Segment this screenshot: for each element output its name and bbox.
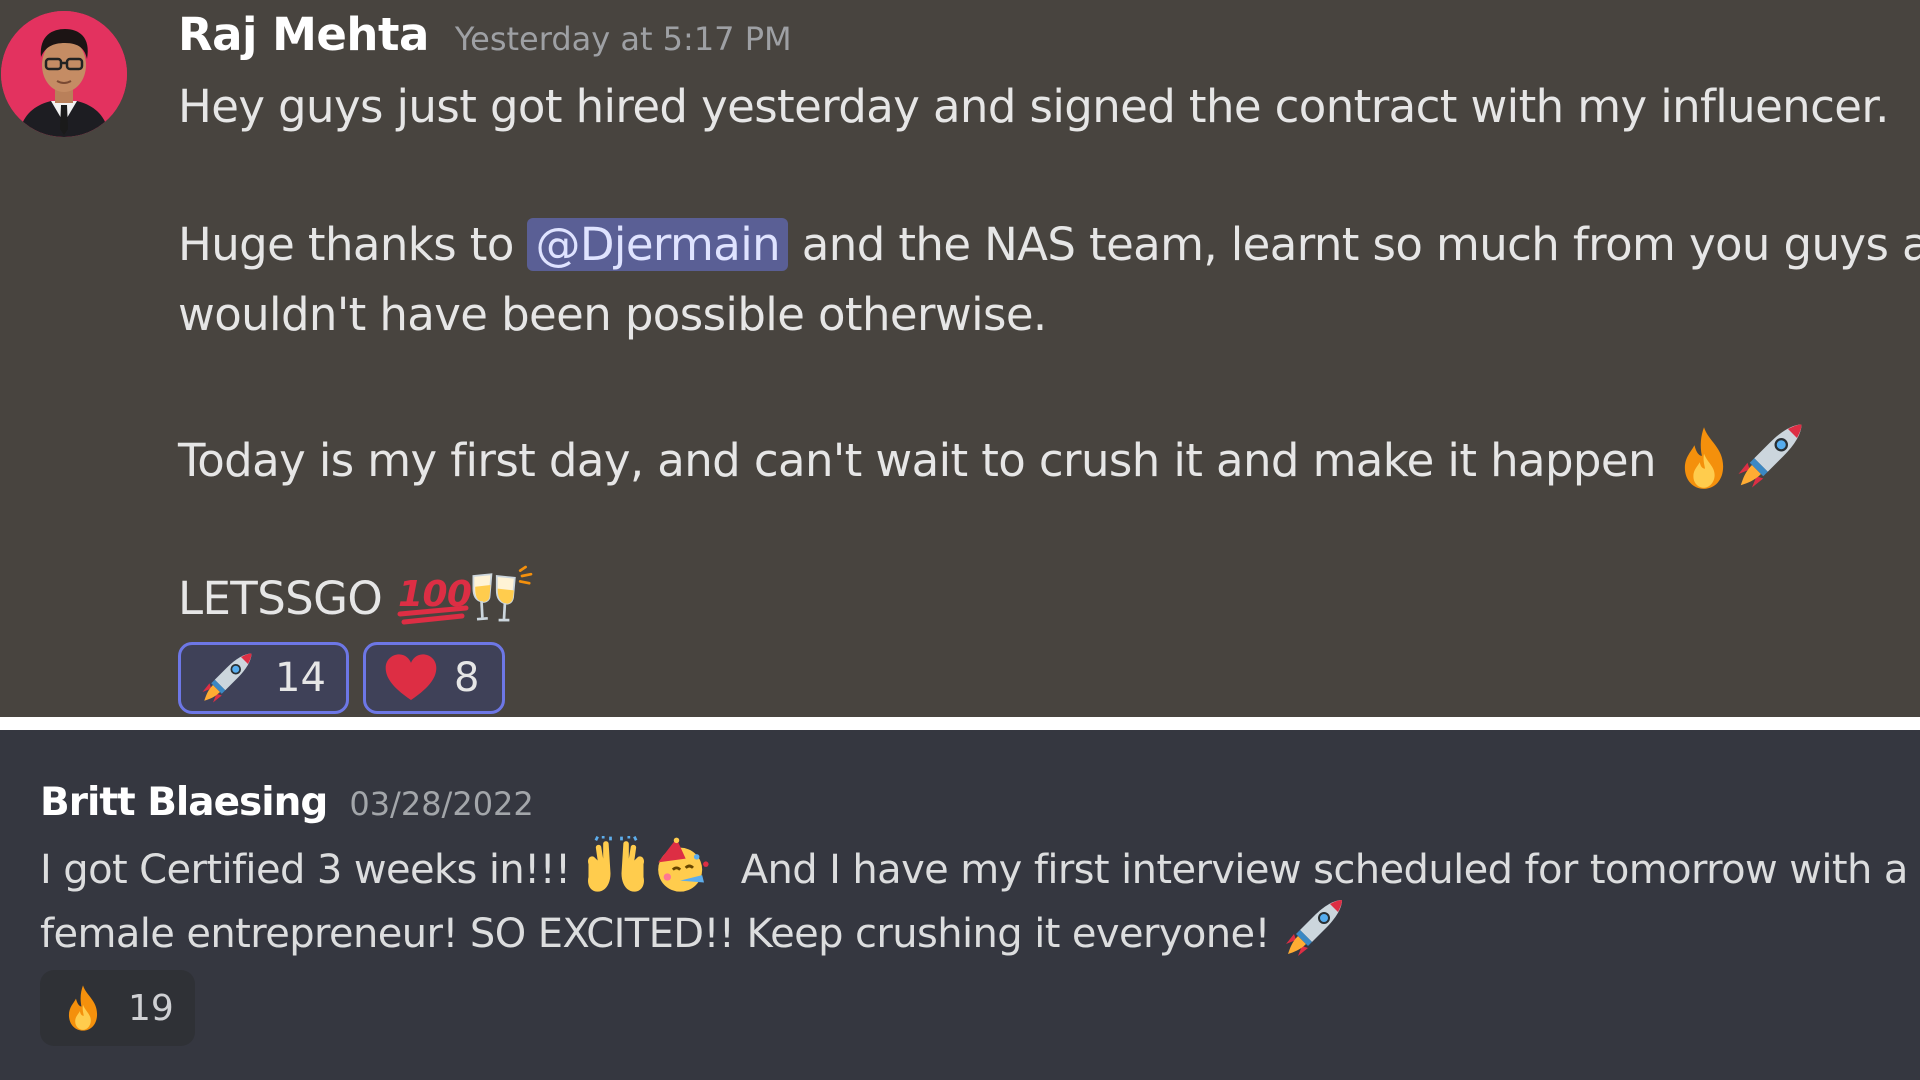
reaction-rocket[interactable]: 14 <box>178 642 349 714</box>
message-text-line: wouldn't have been possible otherwise. <box>178 288 1047 341</box>
message-text: Today is my first day, and can't wait to… <box>178 434 1657 487</box>
reaction-heart[interactable]: 8 <box>363 642 505 714</box>
message-text: and the NAS team, learnt so much from yo… <box>801 218 1920 271</box>
rocket-icon <box>1282 896 1346 960</box>
heart-icon <box>384 651 438 705</box>
message-text-line: I got Certified 3 weeks in!!! And I have… <box>40 842 1908 902</box>
message-header: Britt Blaesing 03/28/2022 <box>40 780 534 825</box>
message-text-line: female entrepreneur! SO EXCITED!! Keep c… <box>40 904 1346 968</box>
message-text-line: Hey guys just got hired yesterday and si… <box>178 80 1889 133</box>
timestamp[interactable]: 03/28/2022 <box>349 785 533 823</box>
rocket-icon <box>199 650 255 706</box>
message-text: I got Certified 3 weeks in!!! <box>40 847 571 893</box>
message-text: wouldn't have been possible otherwise. <box>178 288 1047 341</box>
hundred-points-icon <box>396 564 476 628</box>
message-britt: Britt Blaesing 03/28/2022 I got Certifie… <box>0 730 1920 1080</box>
message-text: LETSSGO <box>178 572 383 625</box>
fire-icon <box>1670 424 1738 492</box>
message-header: Raj Mehta Yesterday at 5:17 PM <box>178 8 792 61</box>
partying-face-icon <box>649 836 715 896</box>
raising-hands-icon <box>583 836 649 896</box>
clinking-glasses-icon <box>468 558 540 630</box>
reaction-count: 14 <box>275 655 326 701</box>
message-text: Huge thanks to <box>178 218 514 271</box>
message-text-line: Huge thanks to @Djermain and the NAS tea… <box>178 218 1920 271</box>
user-avatar-icon <box>1 11 127 137</box>
user-mention[interactable]: @Djermain <box>527 218 789 271</box>
avatar[interactable] <box>1 11 127 137</box>
reaction-fire[interactable]: 19 <box>40 970 195 1046</box>
fire-icon <box>58 983 108 1033</box>
rocket-icon <box>1734 420 1806 492</box>
message-text-line: LETSSGO <box>178 566 540 638</box>
reaction-count: 8 <box>454 655 480 701</box>
username[interactable]: Raj Mehta <box>178 8 429 61</box>
message-text: Hey guys just got hired yesterday and si… <box>178 80 1889 133</box>
timestamp[interactable]: Yesterday at 5:17 PM <box>455 20 792 58</box>
message-text-line: Today is my first day, and can't wait to… <box>178 428 1806 500</box>
message-raj: Raj Mehta Yesterday at 5:17 PM Hey guys … <box>0 0 1920 717</box>
message-text: female entrepreneur! SO EXCITED!! Keep c… <box>40 911 1271 957</box>
reaction-count: 19 <box>128 987 174 1029</box>
message-text: And I have my first interview scheduled … <box>740 847 1909 893</box>
divider <box>0 717 1920 730</box>
username[interactable]: Britt Blaesing <box>40 780 328 825</box>
